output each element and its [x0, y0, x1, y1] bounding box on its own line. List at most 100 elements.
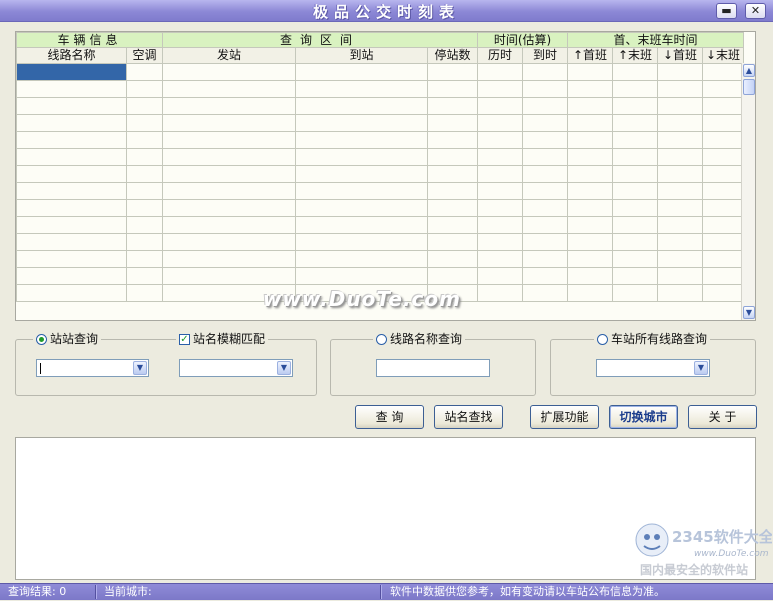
table-cell[interactable]: [567, 182, 613, 200]
table-cell[interactable]: [657, 267, 703, 285]
station-lines-combo[interactable]: ▼: [596, 359, 710, 377]
table-row[interactable]: [16, 63, 744, 81]
switch-city-button[interactable]: 切换城市: [609, 405, 678, 429]
column-header[interactable]: 到时: [522, 47, 568, 64]
column-header[interactable]: 到站: [295, 47, 428, 64]
table-cell[interactable]: [427, 233, 478, 251]
table-cell[interactable]: [126, 148, 163, 166]
table-cell[interactable]: [16, 80, 127, 98]
table-cell[interactable]: [16, 97, 127, 115]
table-cell[interactable]: [126, 131, 163, 149]
to-station-combo[interactable]: ▼: [179, 359, 293, 377]
table-cell[interactable]: [657, 216, 703, 234]
table-cell[interactable]: [126, 199, 163, 217]
line-name-input[interactable]: [376, 359, 490, 377]
table-cell[interactable]: [702, 284, 744, 302]
table-cell[interactable]: [162, 97, 296, 115]
table-cell[interactable]: [16, 114, 127, 132]
table-cell[interactable]: [126, 267, 163, 285]
scroll-thumb[interactable]: [743, 79, 755, 95]
table-cell[interactable]: [702, 97, 744, 115]
extend-button[interactable]: 扩展功能: [530, 405, 599, 429]
table-cell[interactable]: [427, 267, 478, 285]
column-header[interactable]: ↑首班: [567, 47, 613, 64]
table-cell[interactable]: [522, 199, 568, 217]
table-cell[interactable]: [295, 267, 428, 285]
table-cell[interactable]: [295, 114, 428, 132]
table-cell[interactable]: [612, 97, 658, 115]
table-row[interactable]: [16, 233, 744, 251]
table-cell[interactable]: [16, 233, 127, 251]
chevron-down-icon[interactable]: ▼: [277, 361, 291, 375]
table-cell[interactable]: [567, 267, 613, 285]
table-cell[interactable]: [126, 165, 163, 183]
table-row[interactable]: [16, 250, 744, 268]
table-cell[interactable]: [612, 114, 658, 132]
table-cell[interactable]: [567, 131, 613, 149]
table-cell[interactable]: [126, 80, 163, 98]
table-row[interactable]: [16, 267, 744, 285]
chevron-down-icon[interactable]: ▼: [133, 361, 147, 375]
table-cell[interactable]: [612, 63, 658, 81]
table-cell[interactable]: [162, 233, 296, 251]
table-cell[interactable]: [567, 80, 613, 98]
minimize-button[interactable]: ▬: [716, 3, 737, 19]
table-cell[interactable]: [477, 114, 523, 132]
table-cell[interactable]: [477, 267, 523, 285]
table-cell[interactable]: [162, 131, 296, 149]
table-cell[interactable]: [522, 250, 568, 268]
table-cell[interactable]: [567, 284, 613, 302]
column-header[interactable]: ↓末班: [702, 47, 744, 64]
table-cell[interactable]: [567, 199, 613, 217]
table-cell[interactable]: [522, 267, 568, 285]
table-row[interactable]: [16, 80, 744, 98]
column-header[interactable]: ↓首班: [657, 47, 703, 64]
table-cell[interactable]: [126, 216, 163, 234]
table-cell[interactable]: [477, 216, 523, 234]
table-cell[interactable]: [427, 165, 478, 183]
table-cell[interactable]: [16, 250, 127, 268]
station-lines-query-option[interactable]: 车站所有线路查询: [594, 332, 711, 346]
table-cell[interactable]: [162, 216, 296, 234]
table-cell[interactable]: [126, 63, 163, 81]
station-query-option[interactable]: 站站查询: [33, 332, 102, 346]
table-cell[interactable]: [295, 131, 428, 149]
table-cell[interactable]: [295, 182, 428, 200]
table-cell[interactable]: [702, 114, 744, 132]
table-cell[interactable]: [477, 250, 523, 268]
table-cell[interactable]: [427, 199, 478, 217]
table-cell[interactable]: [427, 63, 478, 81]
table-cell[interactable]: [16, 284, 127, 302]
table-cell[interactable]: [567, 97, 613, 115]
table-cell[interactable]: [657, 250, 703, 268]
table-cell[interactable]: [702, 148, 744, 166]
table-row[interactable]: [16, 216, 744, 234]
table-cell[interactable]: [657, 199, 703, 217]
table-cell[interactable]: [567, 63, 613, 81]
table-cell[interactable]: [612, 233, 658, 251]
table-cell[interactable]: [702, 165, 744, 183]
table-cell[interactable]: [427, 131, 478, 149]
table-cell[interactable]: [477, 148, 523, 166]
table-cell[interactable]: [477, 80, 523, 98]
table-cell[interactable]: [16, 131, 127, 149]
table-cell[interactable]: [126, 97, 163, 115]
column-header[interactable]: 发站: [162, 47, 296, 64]
table-row[interactable]: [16, 182, 744, 200]
title-bar[interactable]: 极品公交时刻表 ▬ □ ✕: [0, 0, 773, 22]
table-cell[interactable]: [522, 216, 568, 234]
table-cell[interactable]: [126, 250, 163, 268]
table-cell[interactable]: [162, 148, 296, 166]
table-cell[interactable]: [16, 199, 127, 217]
table-cell[interactable]: [657, 284, 703, 302]
table-cell[interactable]: [522, 114, 568, 132]
table-cell[interactable]: [295, 97, 428, 115]
table-cell[interactable]: [522, 131, 568, 149]
table-cell[interactable]: [162, 80, 296, 98]
chevron-down-icon[interactable]: ▼: [694, 361, 708, 375]
table-cell[interactable]: [477, 97, 523, 115]
table-cell[interactable]: [612, 80, 658, 98]
table-cell[interactable]: [16, 182, 127, 200]
table-cell[interactable]: [295, 199, 428, 217]
table-cell[interactable]: [702, 267, 744, 285]
